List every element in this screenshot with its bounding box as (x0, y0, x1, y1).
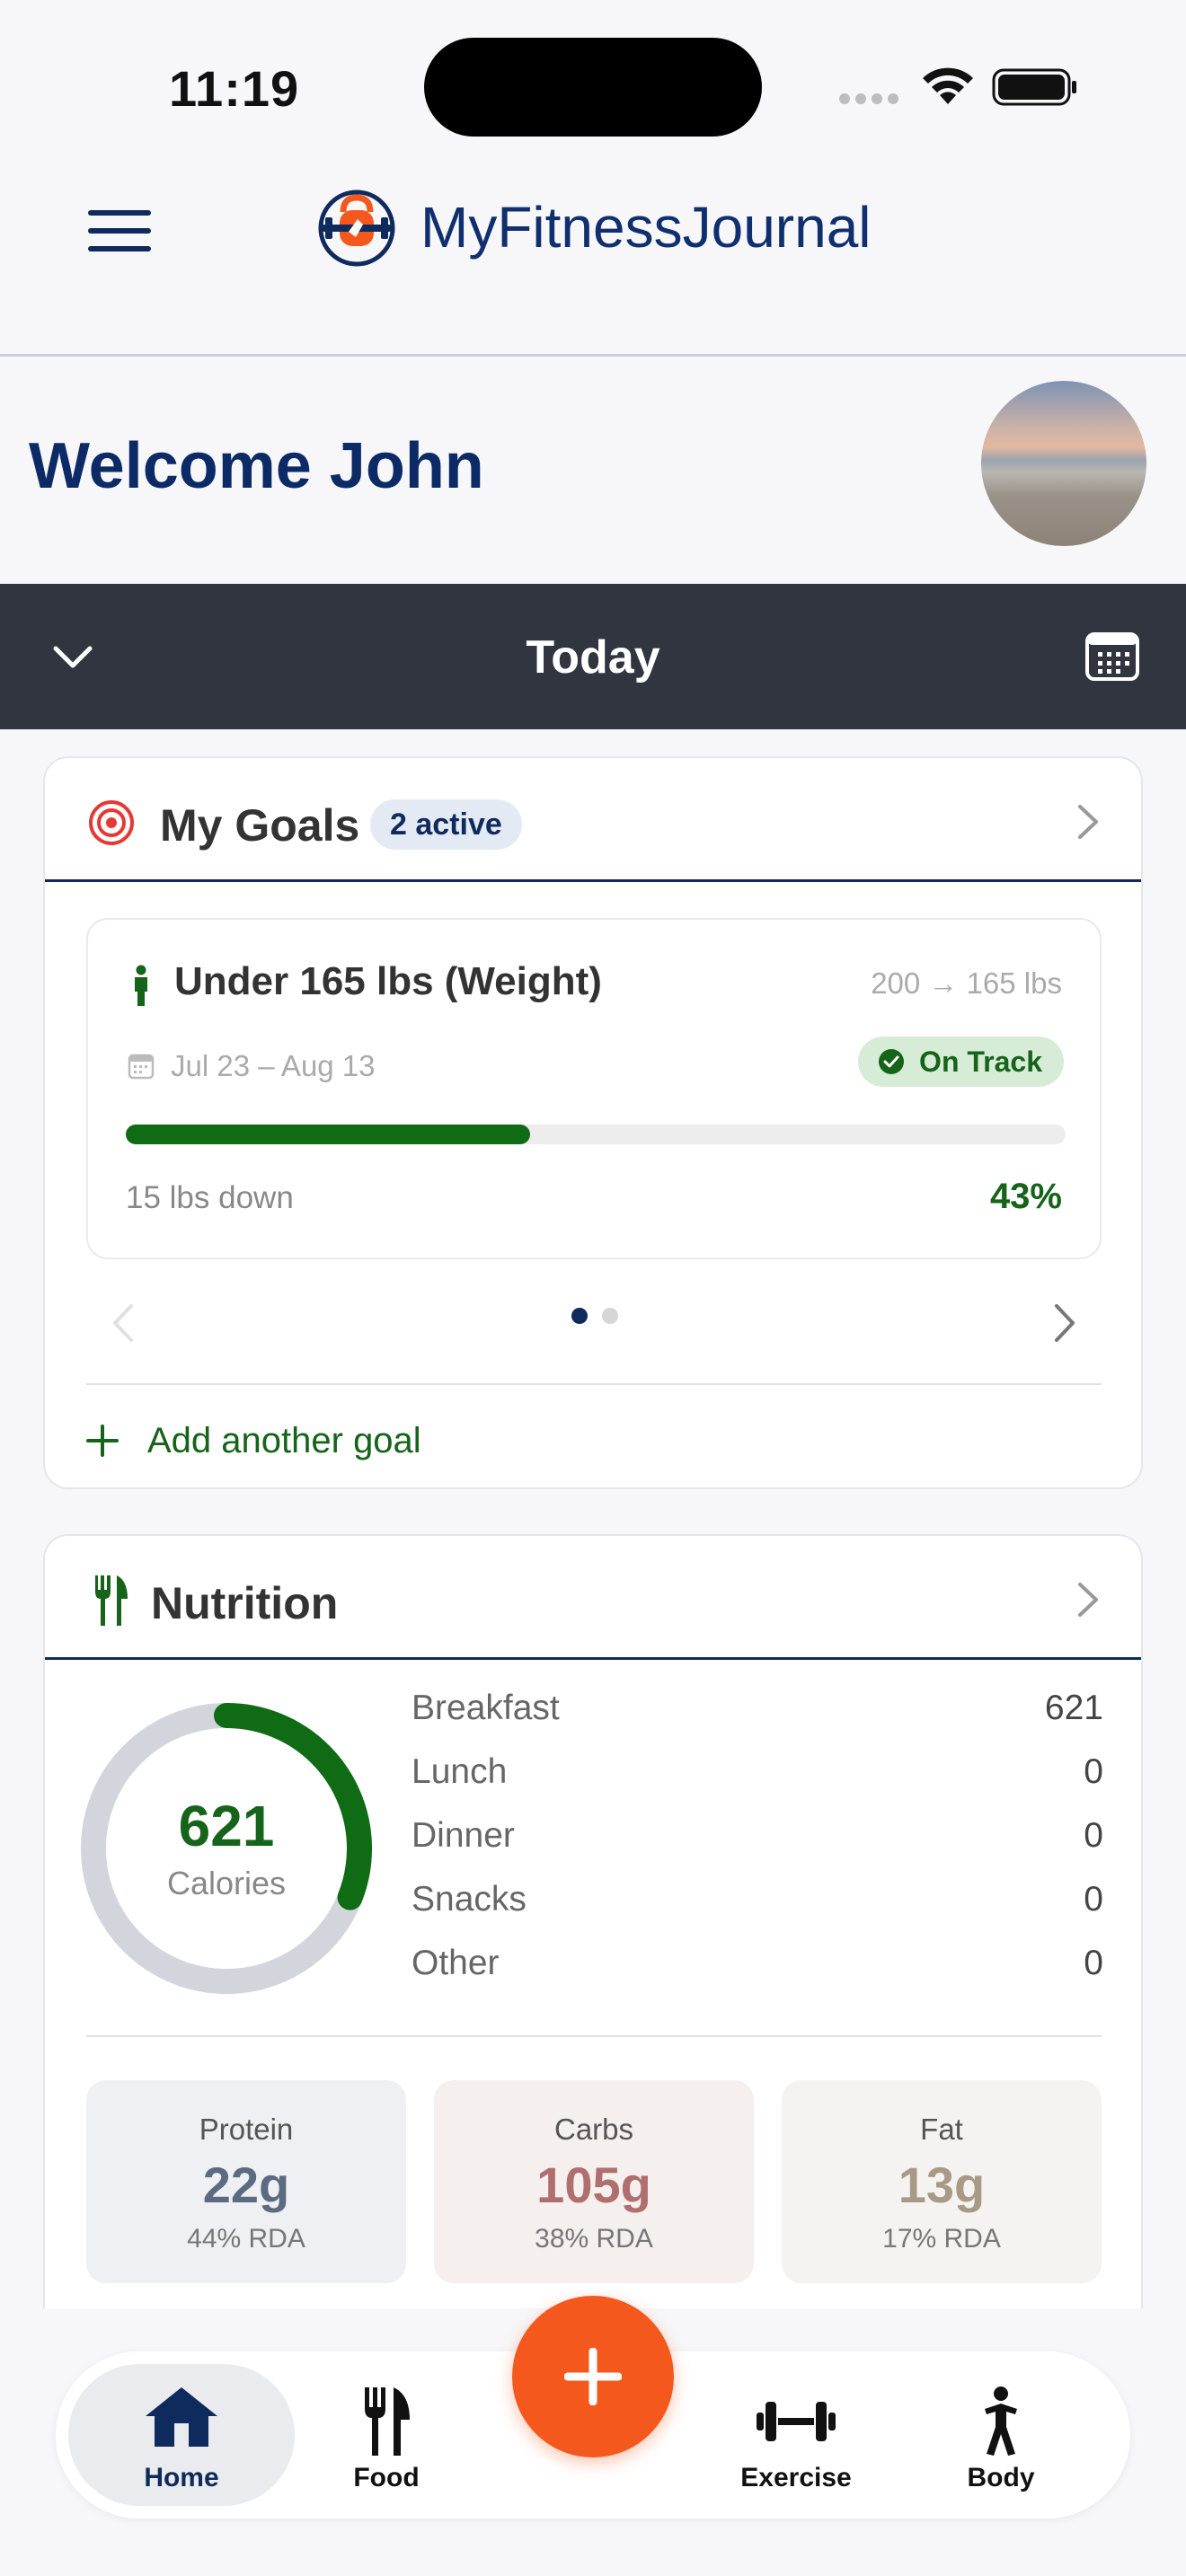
macro-fat[interactable]: Fat 13g 17% RDA (782, 2080, 1102, 2283)
goal-progress-fill (126, 1125, 530, 1144)
meal-calories: 0 (1084, 1944, 1103, 1982)
nutrition-card: Nutrition 621 Calories Breakfast 621 Lun… (43, 1534, 1143, 2342)
cellular-signal-icon (839, 93, 902, 104)
app-header: MyFitnessJournal (0, 171, 1186, 356)
meal-name: Breakfast (412, 1689, 560, 1727)
calendar-icon[interactable] (1085, 631, 1139, 683)
goal-dates: Jul 23 – Aug 13 (171, 1049, 376, 1082)
active-goals-badge: 2 active (370, 799, 522, 850)
macro-name: Carbs (553, 2113, 634, 2146)
plus-icon (86, 1425, 119, 1457)
date-bar: Today (0, 584, 1186, 729)
calories-value: 621 (178, 1794, 275, 1858)
divider (86, 1383, 1102, 1385)
goal-title: Under 165 lbs (Weight) (174, 959, 602, 1003)
kettlebell-logo-icon (318, 190, 395, 267)
chevron-right-icon[interactable] (1075, 1581, 1102, 1619)
meal-name: Snacks (412, 1880, 527, 1919)
status-time: 11:19 (169, 60, 300, 117)
macro-name: Fat (920, 2113, 963, 2146)
person-icon (985, 2386, 1017, 2456)
header-divider (0, 354, 1186, 357)
nav-label: Body (967, 2463, 1035, 2492)
battery-icon (992, 68, 1076, 106)
goal-progress-bar (126, 1125, 1066, 1144)
dumbbell-icon (757, 2402, 836, 2441)
status-label: On Track (919, 1045, 1042, 1078)
goal-card[interactable]: Under 165 lbs (Weight) 200 → 165 lbs Jul… (86, 918, 1102, 1259)
calendar-icon (128, 1054, 155, 1080)
macro-value: 105g (536, 2157, 651, 2213)
nav-exercise[interactable]: Exercise (683, 2364, 909, 2506)
chevron-right-icon[interactable] (1075, 803, 1102, 841)
macro-rda: 38% RDA (535, 2224, 653, 2254)
goal-progress-text: 15 lbs down (126, 1180, 294, 1215)
goals-card: My Goals 2 active Under 165 lbs (Weight)… (43, 756, 1143, 1489)
meal-row-dinner[interactable]: Dinner 0 (412, 1816, 1103, 1870)
nav-body[interactable]: Body (888, 2364, 1114, 2506)
app-brand-title: MyFitnessJournal (420, 195, 872, 260)
macro-rda: 17% RDA (882, 2224, 1001, 2254)
meal-row-lunch[interactable]: Lunch 0 (412, 1752, 1103, 1806)
macro-carbs[interactable]: Carbs 105g 38% RDA (434, 2080, 754, 2283)
chevron-right-icon[interactable] (1051, 1302, 1078, 1344)
meal-row-breakfast[interactable]: Breakfast 621 (412, 1689, 1103, 1742)
divider (86, 2035, 1102, 2037)
fork-knife-icon (95, 1575, 128, 1626)
meal-calories: 621 (1044, 1689, 1103, 1727)
status-bar: 11:19 (0, 0, 1186, 171)
macro-name: Protein (199, 2113, 294, 2146)
meal-name: Lunch (412, 1752, 508, 1791)
hamburger-menu-button[interactable] (86, 207, 155, 257)
target-icon (89, 800, 134, 845)
nav-label: Home (144, 2463, 219, 2492)
goals-title: My Goals (160, 800, 360, 851)
check-circle-icon (879, 1049, 905, 1074)
meal-calories: 0 (1084, 1880, 1103, 1919)
nav-food[interactable]: Food (273, 2364, 500, 2506)
meal-calories: 0 (1084, 1752, 1103, 1791)
macro-value: 22g (202, 2157, 290, 2213)
macro-protein[interactable]: Protein 22g 44% RDA (86, 2080, 406, 2283)
fork-knife-icon (365, 2387, 410, 2456)
pager-dot[interactable] (602, 1308, 618, 1324)
add-entry-fab[interactable] (512, 2296, 674, 2457)
status-badge: On Track (858, 1037, 1064, 1087)
date-label[interactable]: Today (0, 631, 1186, 684)
meal-name: Dinner (412, 1816, 515, 1855)
chevron-left-icon[interactable] (110, 1302, 137, 1344)
goal-range: 200 → 165 lbs (871, 966, 1062, 1000)
macro-value: 13g (898, 2157, 986, 2213)
plus-icon (564, 2348, 622, 2405)
meal-row-snacks[interactable]: Snacks 0 (412, 1880, 1103, 1934)
meal-calories: 0 (1084, 1816, 1103, 1855)
wifi-icon (923, 67, 973, 104)
person-icon (135, 965, 147, 1006)
nutrition-title: Nutrition (151, 1578, 339, 1628)
meal-name: Other (412, 1944, 500, 1982)
pager-dot-active[interactable] (571, 1308, 588, 1324)
add-goal-label: Add another goal (147, 1421, 421, 1460)
nutrition-header[interactable]: Nutrition (45, 1536, 1141, 1660)
goal-percent: 43% (989, 1177, 1062, 1216)
dynamic-island (424, 38, 762, 137)
nav-home[interactable]: Home (68, 2364, 295, 2506)
calories-label: Calories (166, 1865, 287, 1901)
welcome-heading: Welcome John (29, 430, 484, 502)
meal-row-other[interactable]: Other 0 (412, 1944, 1103, 1998)
macro-rda: 44% RDA (187, 2224, 305, 2254)
nav-label: Exercise (740, 2463, 852, 2492)
avatar[interactable] (981, 381, 1146, 546)
nav-label: Food (353, 2463, 420, 2492)
goals-header[interactable]: My Goals 2 active (45, 758, 1141, 882)
home-icon (146, 2387, 217, 2447)
